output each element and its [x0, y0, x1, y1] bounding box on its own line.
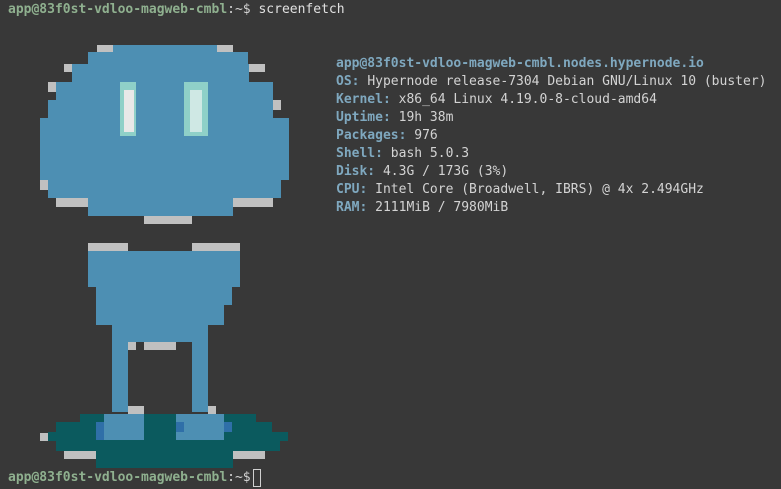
info-key: OS:: [336, 74, 360, 89]
text-cursor[interactable]: [252, 469, 261, 487]
info-value: 976: [414, 128, 438, 143]
prompt-user-host: app@83f0st-vdloo-magweb-cmbl: [8, 470, 228, 485]
info-value: Intel Core (Broadwell, IBRS) @ 4x 2.494G…: [375, 182, 704, 197]
info-key: Uptime:: [336, 110, 391, 125]
info-key: Shell:: [336, 146, 383, 161]
logo-ground: [48, 414, 288, 468]
info-row-kernel: Kernel: x86_64 Linux 4.19.0-8-cloud-amd6…: [336, 91, 766, 109]
info-row-packages: Packages: 976: [336, 127, 766, 145]
info-value: Hypernode release-7304 Debian GNU/Linux …: [367, 74, 767, 89]
info-key: CPU:: [336, 182, 368, 197]
hypernode-robot-logo-icon: [40, 45, 289, 468]
info-key: Kernel:: [336, 92, 391, 107]
info-value: x86_64 Linux 4.19.0-8-cloud-amd64: [398, 92, 657, 107]
prompt-path: :~$: [227, 470, 251, 485]
info-value: bash 5.0.3: [390, 146, 470, 161]
info-key: Disk:: [336, 164, 376, 179]
logo-body: [88, 251, 240, 412]
info-value: 2111MiB / 7980MiB: [375, 200, 509, 215]
hostname-title: app@83f0st-vdloo-magweb-cmbl.nodes.hyper…: [336, 56, 704, 71]
info-value: 19h 38m: [398, 110, 454, 125]
info-value: 4.3G / 173G (3%): [382, 164, 509, 179]
info-key: RAM:: [336, 200, 368, 215]
system-info-panel: app@83f0st-vdloo-magweb-cmbl.nodes.hyper…: [336, 55, 766, 217]
info-row-ram: RAM: 2111MiB / 7980MiB: [336, 199, 766, 217]
info-row-disk: Disk: 4.3G / 173G (3%): [336, 163, 766, 181]
info-row-cpu: CPU: Intel Core (Broadwell, IBRS) @ 4x 2…: [336, 181, 766, 199]
info-row-os: OS: Hypernode release-7304 Debian GNU/Li…: [336, 73, 766, 91]
prompt-line-active[interactable]: app@83f0st-vdloo-magweb-cmbl:~$: [8, 469, 261, 487]
info-key: Packages:: [336, 128, 407, 143]
info-row-shell: Shell: bash 5.0.3: [336, 145, 766, 163]
terminal-window[interactable]: app@83f0st-vdloo-magweb-cmbl:~$ screenfe…: [0, 0, 781, 489]
info-title: app@83f0st-vdloo-magweb-cmbl.nodes.hyper…: [336, 55, 766, 73]
info-row-uptime: Uptime: 19h 38m: [336, 109, 766, 127]
